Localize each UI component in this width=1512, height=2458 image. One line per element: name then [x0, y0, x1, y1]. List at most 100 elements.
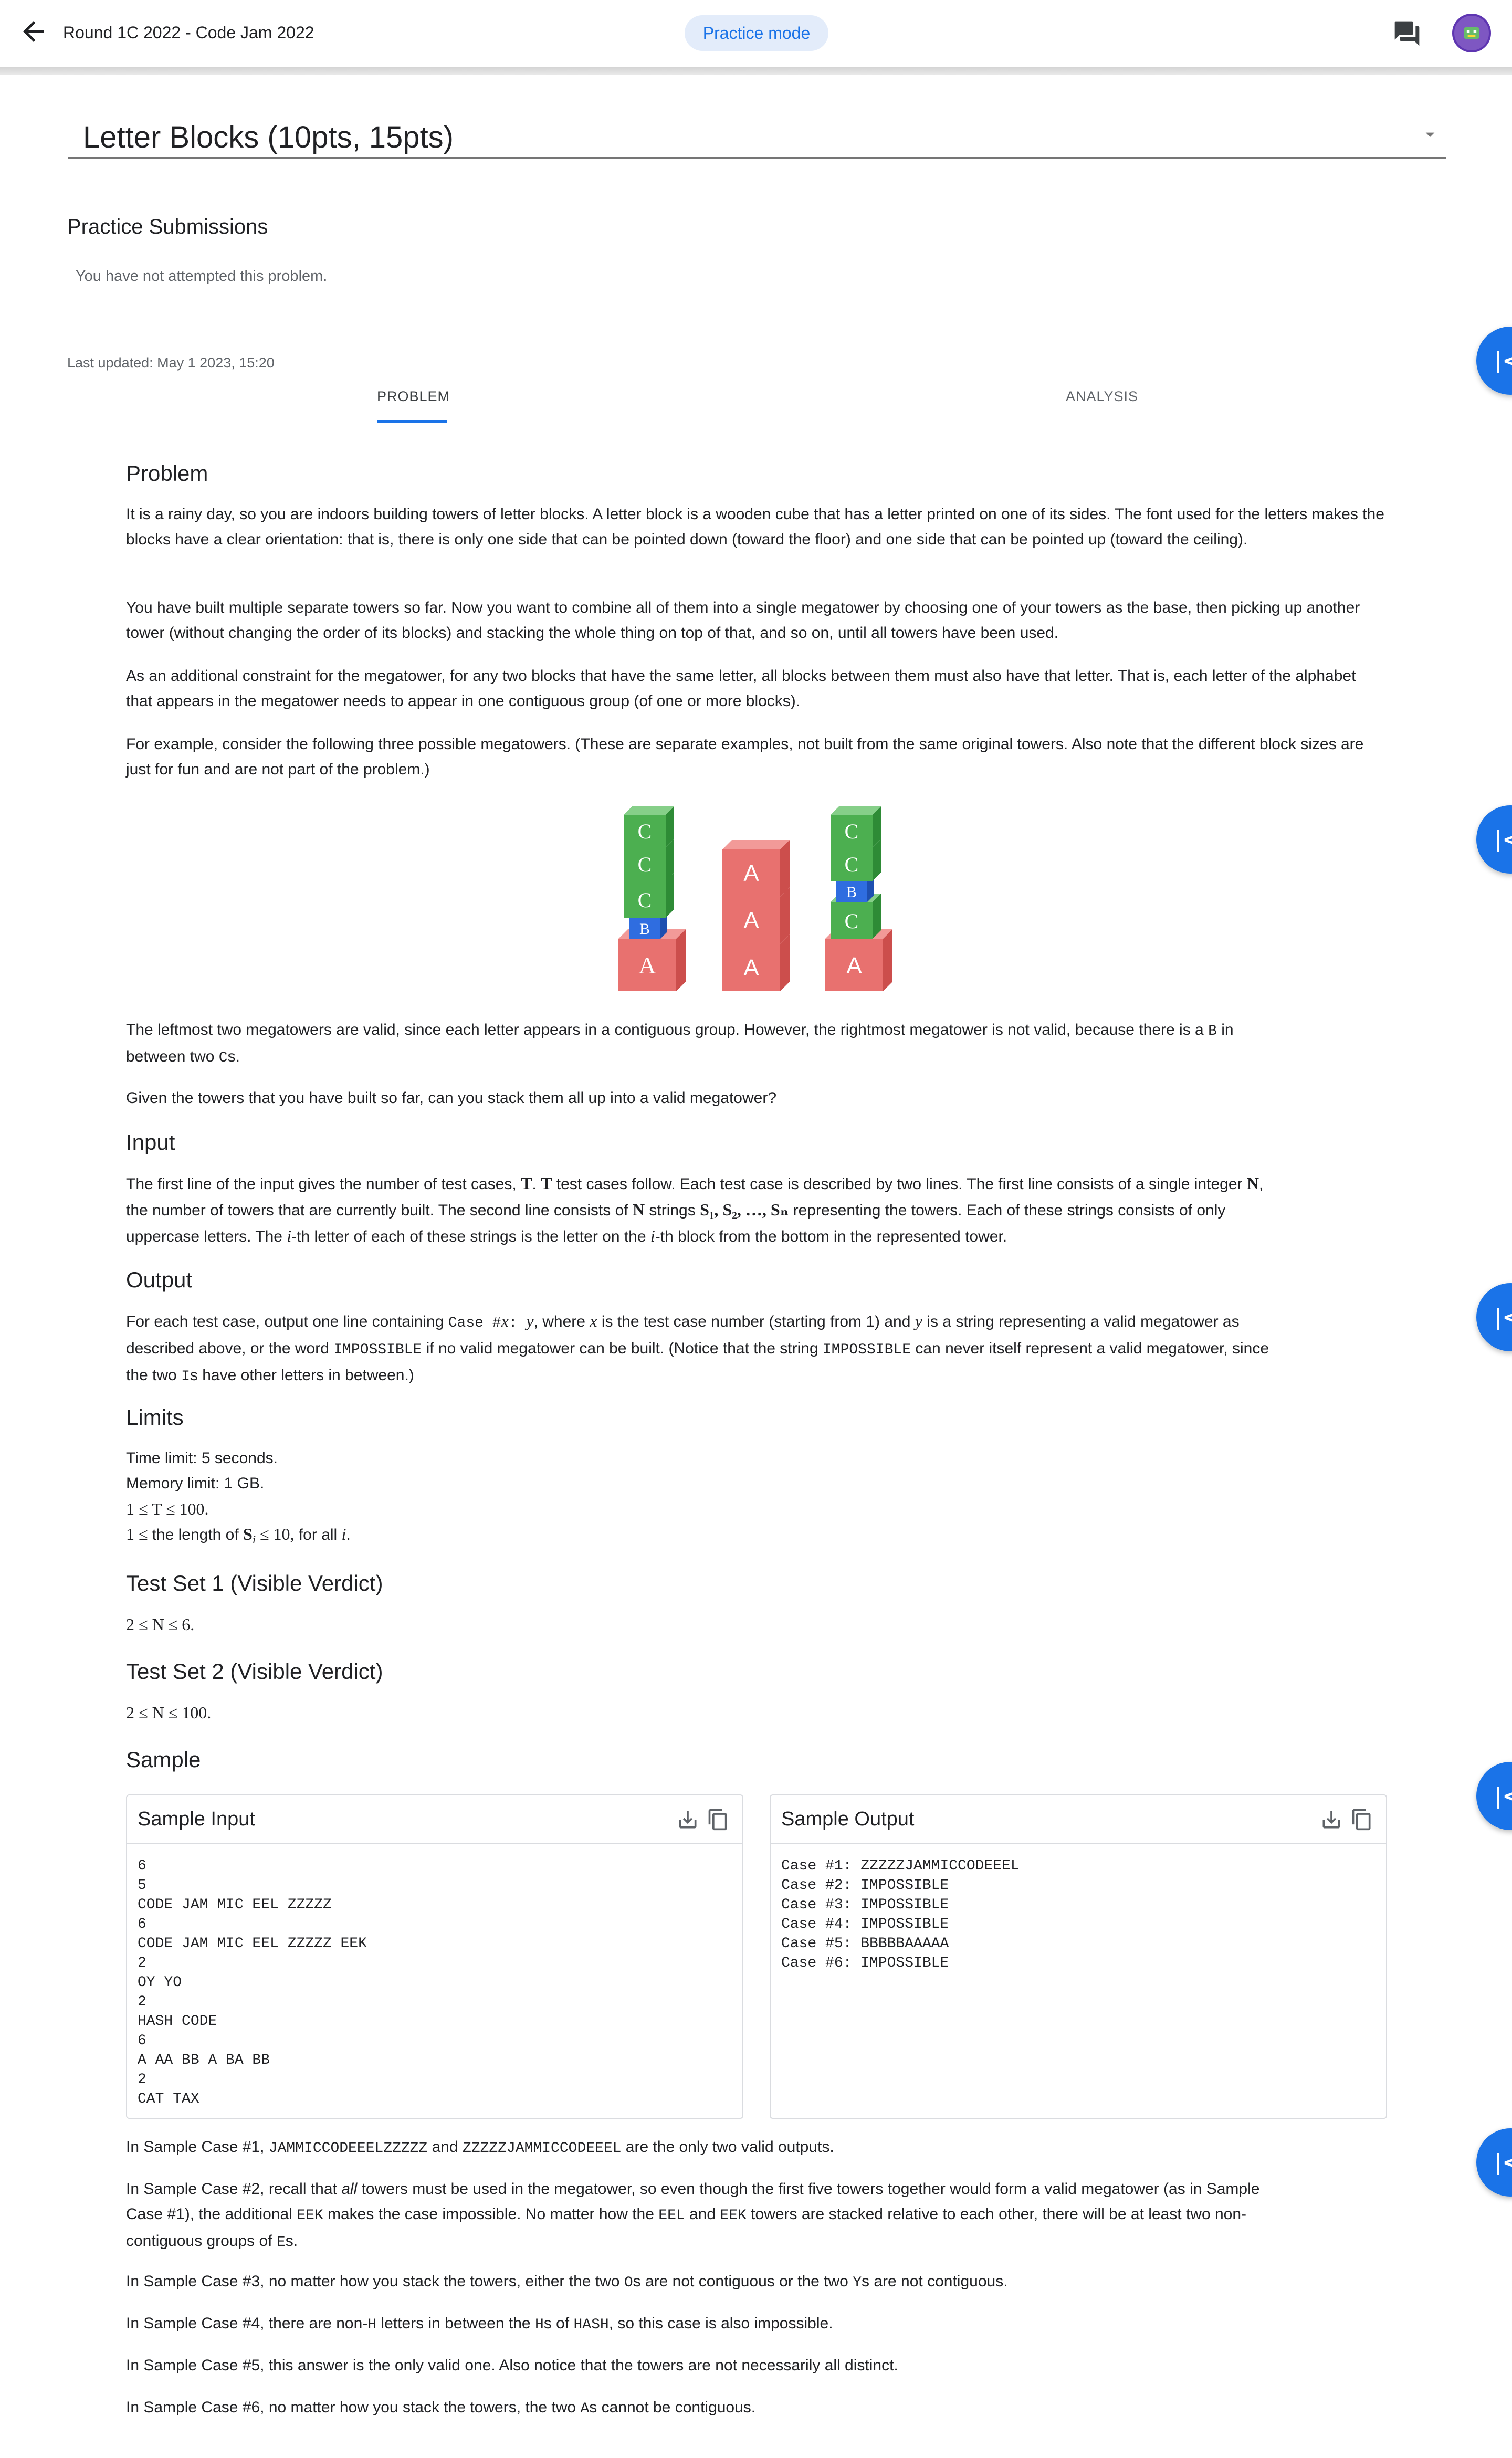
input-heading: Input: [126, 1130, 175, 1154]
text-run: s of: [543, 2315, 574, 2332]
statement-paragraph: It is a rainy day, so you are indoors bu…: [126, 506, 1384, 548]
text-run: all: [341, 2180, 358, 2198]
text-run: representing the towers. Each of these s…: [789, 1202, 1226, 1219]
block-letter: C: [638, 888, 652, 912]
math-var: ≤ 10,: [255, 1525, 295, 1543]
block-letter: C: [845, 820, 859, 843]
problem-select[interactable]: Letter Blocks (10pts, 15pts): [68, 108, 1446, 159]
header-shadow: [0, 67, 1512, 75]
text-run: In Sample Case #3, no matter how you sta…: [126, 2273, 624, 2290]
text-run: test cases follow. Each test case is des…: [552, 1175, 1247, 1193]
text-run: described above, or the word: [126, 1340, 334, 1357]
text-run: and: [427, 2138, 463, 2156]
text-run: s are not contiguous or the two: [633, 2273, 853, 2290]
code-text: ZZZZZJAMMICCODEEEL: [463, 2140, 622, 2157]
text-run: for all: [294, 1526, 342, 1543]
explanation-case-4: In Sample Case #4, there are non- H lette…: [126, 2311, 833, 2338]
practice-mode-chip[interactable]: Practice mode: [685, 15, 828, 51]
tab-problem[interactable]: PROBLEM: [377, 388, 450, 405]
math-var: T: [541, 1174, 552, 1193]
output-heading: Output: [126, 1267, 193, 1292]
first-page-icon: |<: [1494, 2149, 1512, 2175]
download-icon[interactable]: [1320, 1808, 1343, 1831]
text-run: letters in between the: [376, 2315, 535, 2332]
math-var: y: [915, 1311, 922, 1330]
math-var: 1 ≤: [126, 1525, 152, 1543]
statement-paragraph: For example, consider the following thre…: [126, 736, 1364, 778]
text-run: -th block from the bottom in the represe…: [655, 1228, 1007, 1245]
sample-output-header: Sample Output: [771, 1795, 1386, 1844]
tower-2: A A A: [722, 840, 790, 991]
code-text: I: [181, 1369, 190, 1385]
copy-icon[interactable]: [1350, 1807, 1373, 1832]
limit-memory: Memory limit: 1 GB.: [126, 1475, 265, 1492]
text-run: In Sample Case #4, there are non-: [126, 2315, 368, 2332]
collapse-panel-button[interactable]: |<: [1476, 2128, 1512, 2197]
collapse-panel-button[interactable]: |<: [1476, 1283, 1512, 1351]
block-letter: C: [845, 909, 859, 933]
block-letter: B: [846, 884, 857, 901]
text-run: In Sample Case #6, no matter how you sta…: [126, 2399, 581, 2416]
code-text: :: [508, 1315, 527, 1331]
sample-input-box: Sample Input 6 5 CODE JAM MIC EEL ZZZZZ …: [126, 1794, 743, 2119]
explanation-case-1: In Sample Case #1, JAMMICCODEEELZZZZZ an…: [126, 2135, 834, 2161]
text-run: In Sample Case #2, recall that: [126, 2180, 342, 2198]
first-page-icon: |<: [1494, 826, 1512, 852]
block-c: C: [624, 806, 674, 847]
code-text: Case #: [448, 1315, 501, 1331]
code-text: E: [276, 2234, 286, 2251]
contest-title: Round 1C 2022 - Code Jam 2022: [63, 23, 314, 42]
text-run: s are not contiguous.: [862, 2273, 1008, 2290]
problem-heading: Problem: [126, 461, 208, 486]
text-run: uppercase letters. The: [126, 1228, 287, 1245]
limit-time: Time limit: 5 seconds.: [126, 1449, 278, 1467]
code-text: EEK: [720, 2208, 747, 2224]
block-letter: A: [743, 955, 759, 981]
feedback-icon[interactable]: [1392, 19, 1422, 48]
problem-select-value: Letter Blocks (10pts, 15pts): [83, 120, 454, 154]
code-text: Y: [853, 2275, 862, 2291]
statement-paragraph: The leftmost two megatowers are valid, s…: [126, 1017, 1386, 1071]
collapse-panel-button[interactable]: |<: [1476, 805, 1512, 874]
explanation-case-6: In Sample Case #6, no matter how you sta…: [126, 2395, 755, 2422]
text-run: the number of towers that are currently …: [126, 1202, 633, 1219]
text-run: makes the case impossible. No matter how…: [323, 2205, 659, 2223]
collapse-panel-button[interactable]: |<: [1476, 327, 1512, 395]
collapse-panel-button[interactable]: |<: [1476, 1762, 1512, 1830]
text-run: Case #1), the additional: [126, 2205, 297, 2223]
avatar[interactable]: [1452, 14, 1491, 52]
text-run: The leftmost two megatowers are valid, s…: [126, 1021, 1209, 1038]
text-run: between two: [126, 1048, 219, 1065]
code-text: A: [580, 2401, 590, 2417]
tab-analysis[interactable]: ANALYSIS: [1066, 388, 1138, 405]
text-run: towers must be used in the megatower, so…: [357, 2180, 1260, 2198]
code-text: IMPOSSIBLE: [823, 1342, 911, 1358]
text-run: if no valid megatower can be built. (Not…: [422, 1340, 823, 1357]
block-letter: B: [639, 920, 650, 938]
last-updated: Last updated: May 1 2023, 15:20: [67, 355, 275, 371]
app-header: Round 1C 2022 - Code Jam 2022 Practice m…: [0, 0, 1512, 67]
block-a: A: [722, 840, 790, 897]
limit-length: 1 ≤ the length of Si ≤ 10, for all i.: [126, 1521, 351, 1552]
text-run: strings: [645, 1202, 700, 1219]
block-letter: A: [743, 908, 759, 933]
math-var: i: [287, 1226, 292, 1245]
code-text: EEL: [658, 2208, 685, 2224]
text-run: and: [685, 2205, 720, 2223]
code-text: H: [534, 2317, 544, 2333]
copy-icon[interactable]: [707, 1807, 730, 1832]
block-letter: A: [638, 952, 656, 979]
text-run: For each test case, output one line cont…: [126, 1313, 448, 1330]
text-run: s.: [285, 2232, 298, 2250]
text-run: s cannot be contiguous.: [589, 2399, 756, 2416]
code-text: B: [1208, 1023, 1217, 1039]
text-run: is a string representing a valid megatow…: [922, 1313, 1240, 1330]
block-letter: A: [743, 860, 759, 886]
statement-paragraph: Given the towers that you have built so …: [126, 1089, 777, 1107]
limits-heading: Limits: [126, 1405, 184, 1430]
text-run: s have other letters in between.): [190, 1367, 414, 1384]
back-arrow-icon[interactable]: [18, 16, 49, 47]
math-var: N: [1246, 1174, 1259, 1193]
math-var: T: [521, 1174, 532, 1193]
download-icon[interactable]: [676, 1808, 699, 1831]
